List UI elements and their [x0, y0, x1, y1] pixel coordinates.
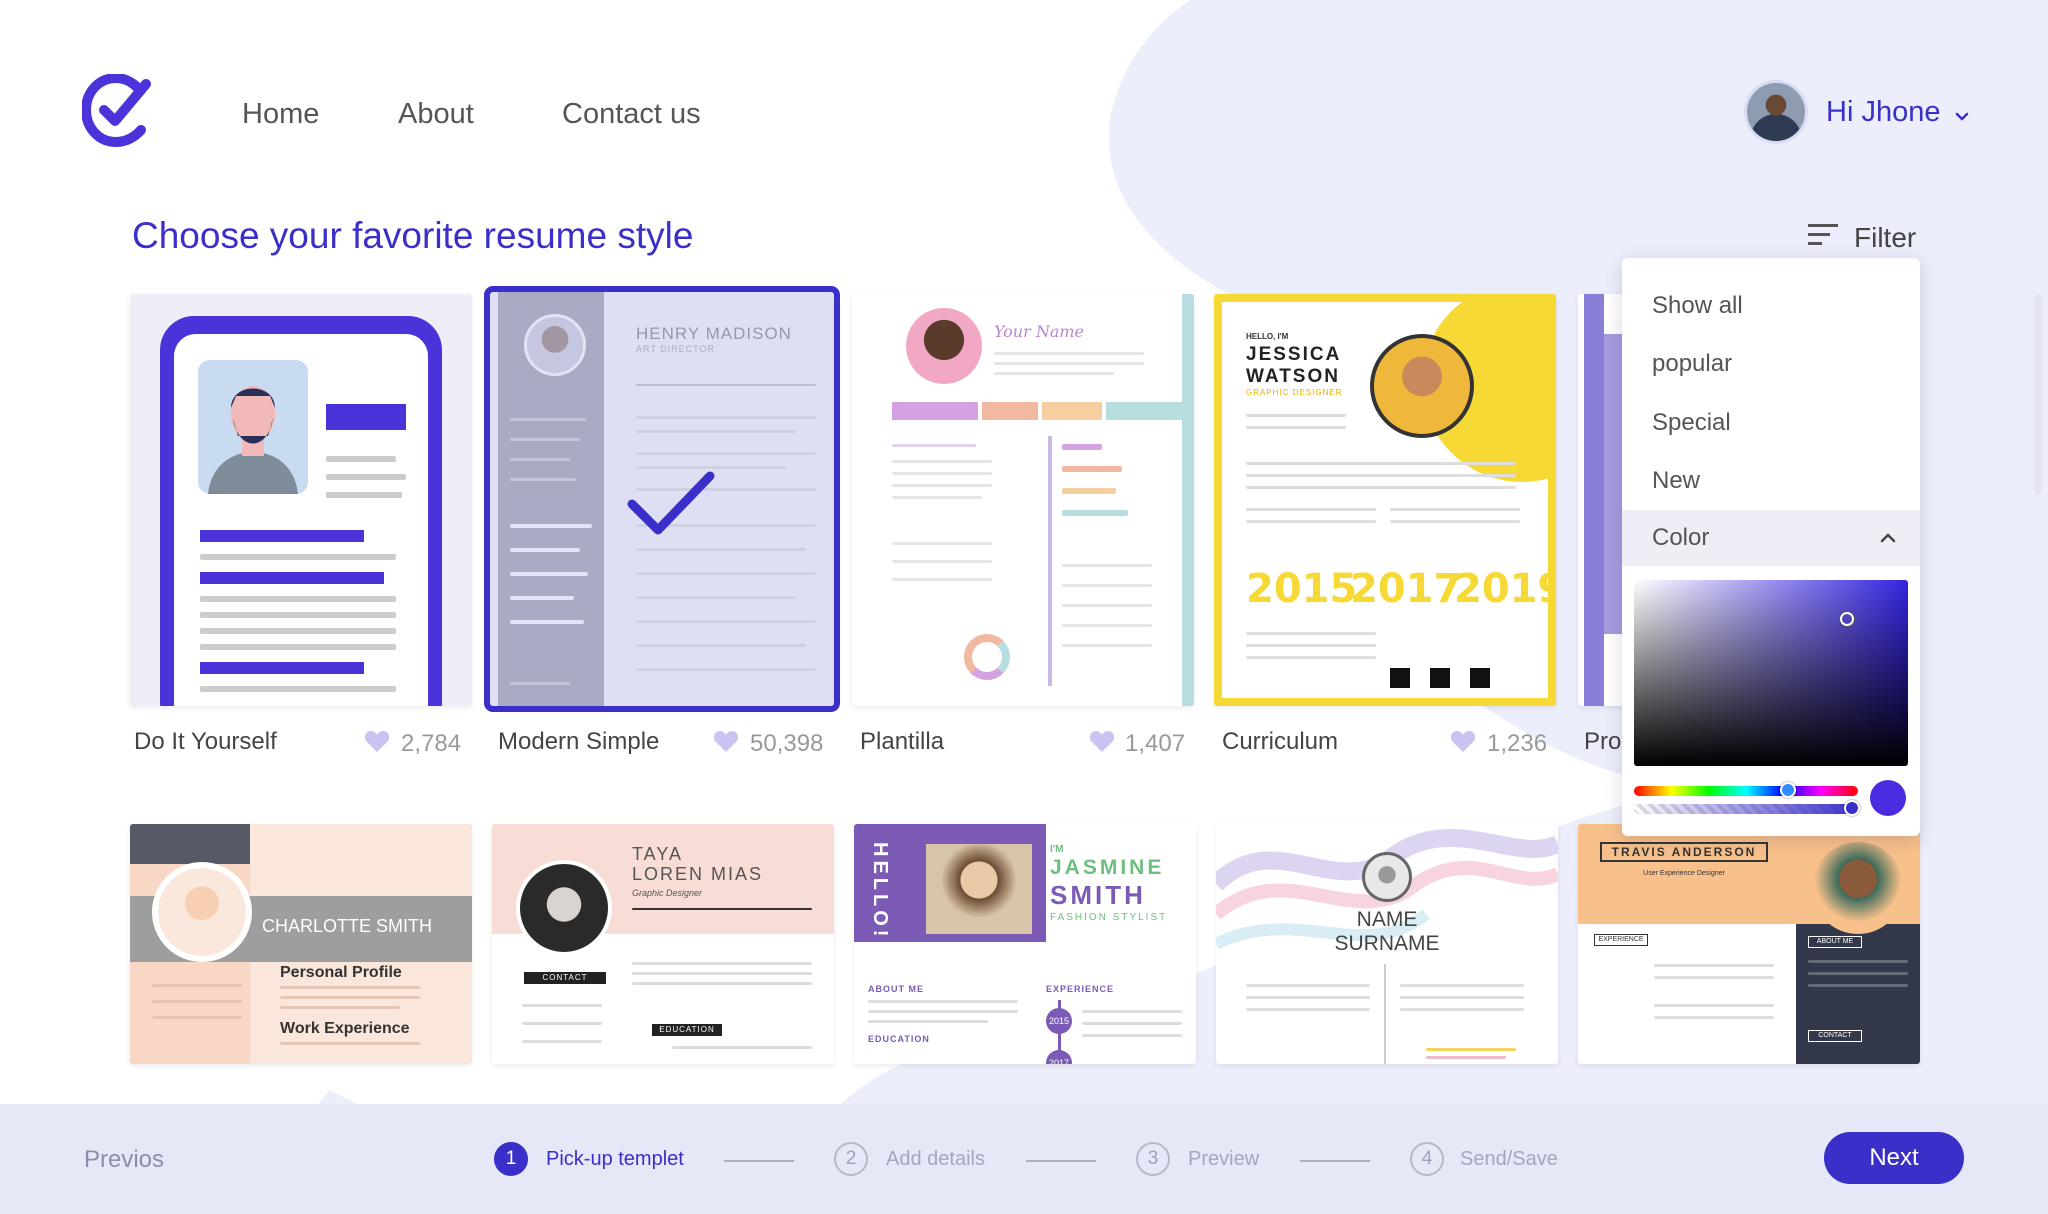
user-greeting[interactable]: Hi Jhone	[1826, 96, 1940, 129]
opacity-slider-handle[interactable]	[1844, 800, 1860, 816]
preview-last-name: WATSON	[1246, 366, 1340, 387]
step-3-label[interactable]: Preview	[1188, 1148, 1259, 1171]
template-card-plantilla[interactable]: Your Name	[852, 294, 1194, 706]
hue-slider[interactable]	[1634, 782, 1858, 798]
step-divider	[724, 1160, 794, 1162]
template-card-modern-simple[interactable]: HENRY MADISON ART DIRECTOR	[484, 286, 840, 712]
preview-year: 2015	[1046, 1008, 1072, 1034]
template-card-jasmine-smith[interactable]: HELLO! I'M JASMINE SMITH FASHION STYLIST…	[854, 824, 1196, 1064]
like-count: 2,784	[401, 730, 462, 757]
preview-section: Personal Profile	[280, 964, 402, 981]
step-1-number[interactable]: 1	[494, 1142, 528, 1176]
heart-icon[interactable]	[1089, 729, 1115, 753]
avatar[interactable]	[1744, 80, 1808, 144]
preview-name: Your Name	[994, 322, 1085, 341]
preview-section: ABOUT ME	[1808, 936, 1862, 948]
preview-section: CONTACT	[1808, 1030, 1862, 1042]
step-2-number[interactable]: 2	[834, 1142, 868, 1176]
color-saturation-picker[interactable]	[1634, 580, 1908, 766]
preview-name-first: NAME	[1356, 908, 1418, 931]
preview-name-first: TAYA	[632, 844, 684, 864]
preview-name: CHARLOTTE SMITH	[262, 916, 433, 936]
person-placeholder-icon	[198, 360, 308, 494]
template-name: Curriculum	[1222, 728, 1339, 755]
page-title: Choose your favorite resume style	[132, 215, 694, 256]
preview-year: 2015	[1246, 566, 1358, 612]
hue-slider-handle[interactable]	[1780, 782, 1796, 798]
step-divider	[1300, 1160, 1370, 1162]
preview-role: Graphic Designer	[632, 888, 703, 898]
preview-role: User Experience Designer	[1643, 870, 1725, 877]
template-card-taya-loren-mias[interactable]: TAYA LOREN MIAS Graphic Designer CONTACT…	[492, 824, 834, 1064]
template-name: Modern Simple	[498, 728, 660, 755]
stepper-bar	[0, 1104, 2048, 1214]
filter-option-show-all[interactable]: Show all	[1652, 292, 1743, 320]
template-card-do-it-yourself[interactable]	[130, 294, 472, 706]
template-card-travis-anderson[interactable]: TRAVIS ANDERSON User Experience Designer…	[1578, 824, 1920, 1064]
color-picker-handle[interactable]	[1840, 612, 1854, 626]
step-1-label[interactable]: Pick-up templet	[546, 1148, 684, 1171]
preview-section: EXPERIENCE	[1594, 934, 1648, 946]
filter-option-new[interactable]: New	[1652, 467, 1700, 495]
preview-section: ABOUT ME	[868, 984, 924, 994]
checkmark-icon	[627, 471, 715, 535]
preview-first-name: JASMINE	[1050, 856, 1165, 879]
preview-name: TRAVIS ANDERSON	[1600, 842, 1768, 862]
filter-option-special[interactable]: Special	[1652, 409, 1731, 437]
like-count: 50,398	[750, 730, 824, 757]
template-name: Pro	[1584, 728, 1622, 755]
filter-option-color[interactable]: Color	[1622, 510, 1920, 566]
nav-contact-us[interactable]: Contact us	[562, 98, 701, 131]
heart-icon[interactable]	[1450, 729, 1476, 753]
preview-section: Work Experience	[280, 1020, 410, 1037]
opacity-slider[interactable]	[1634, 800, 1860, 816]
template-card-name-surname[interactable]: NAME SURNAME	[1216, 824, 1558, 1064]
chevron-up-icon[interactable]	[1876, 526, 1900, 550]
template-card-curriculum[interactable]: HELLO, I'M JESSICA WATSON GRAPHIC DESIGN…	[1214, 294, 1556, 706]
heart-icon[interactable]	[713, 729, 739, 753]
previous-button[interactable]: Previos	[84, 1146, 164, 1174]
step-divider	[1026, 1160, 1096, 1162]
preview-role: GRAPHIC DESIGNER	[1246, 388, 1343, 397]
preview-name-last: LOREN MIAS	[632, 864, 764, 884]
heart-icon[interactable]	[364, 729, 390, 753]
template-name: Plantilla	[860, 728, 945, 755]
nav-home[interactable]: Home	[242, 98, 319, 131]
preview-section: CONTACT	[524, 972, 606, 984]
template-card-charlotte-smith[interactable]: CHARLOTTE SMITH Personal Profile Work Ex…	[130, 824, 472, 1064]
filter-option-color-label: Color	[1652, 524, 1710, 551]
preview-hello: HELLO!	[869, 842, 891, 941]
nav-about[interactable]: About	[398, 98, 474, 131]
template-name: Do It Yourself	[134, 728, 277, 755]
like-count: 1,236	[1487, 730, 1548, 757]
preview-name-last: SURNAME	[1334, 932, 1440, 955]
preview-section: EDUCATION	[652, 1024, 722, 1036]
step-2-label[interactable]: Add details	[886, 1148, 985, 1171]
preview-section: EDUCATION	[868, 1034, 930, 1044]
step-4-label[interactable]: Send/Save	[1460, 1148, 1558, 1171]
filter-option-popular[interactable]: popular	[1652, 350, 1732, 378]
preview-year: 2017	[1046, 1050, 1072, 1064]
preview-greeting: HELLO, I'M	[1246, 332, 1289, 341]
filter-button[interactable]: Filter	[1854, 222, 1916, 254]
preview-year: 2019	[1454, 566, 1556, 612]
scrollbar[interactable]	[2034, 294, 2042, 494]
selected-color-swatch	[1870, 780, 1906, 816]
preview-greeting: I'M	[1050, 844, 1064, 855]
preview-role: FASHION STYLIST	[1050, 912, 1168, 923]
like-count: 1,407	[1125, 730, 1186, 757]
preview-first-name: JESSICA	[1246, 344, 1342, 365]
step-3-number[interactable]: 3	[1136, 1142, 1170, 1176]
preview-section: EXPERIENCE	[1046, 984, 1115, 994]
preview-year: 2017	[1350, 566, 1462, 612]
filter-dropdown: Show all popular Special New Color	[1622, 258, 1920, 836]
logo-icon[interactable]	[82, 74, 152, 148]
next-button[interactable]: Next	[1824, 1132, 1964, 1184]
chevron-down-icon[interactable]	[1950, 104, 1974, 128]
preview-last-name: SMITH	[1050, 880, 1146, 910]
step-4-number[interactable]: 4	[1410, 1142, 1444, 1176]
filter-icon[interactable]	[1806, 222, 1840, 248]
